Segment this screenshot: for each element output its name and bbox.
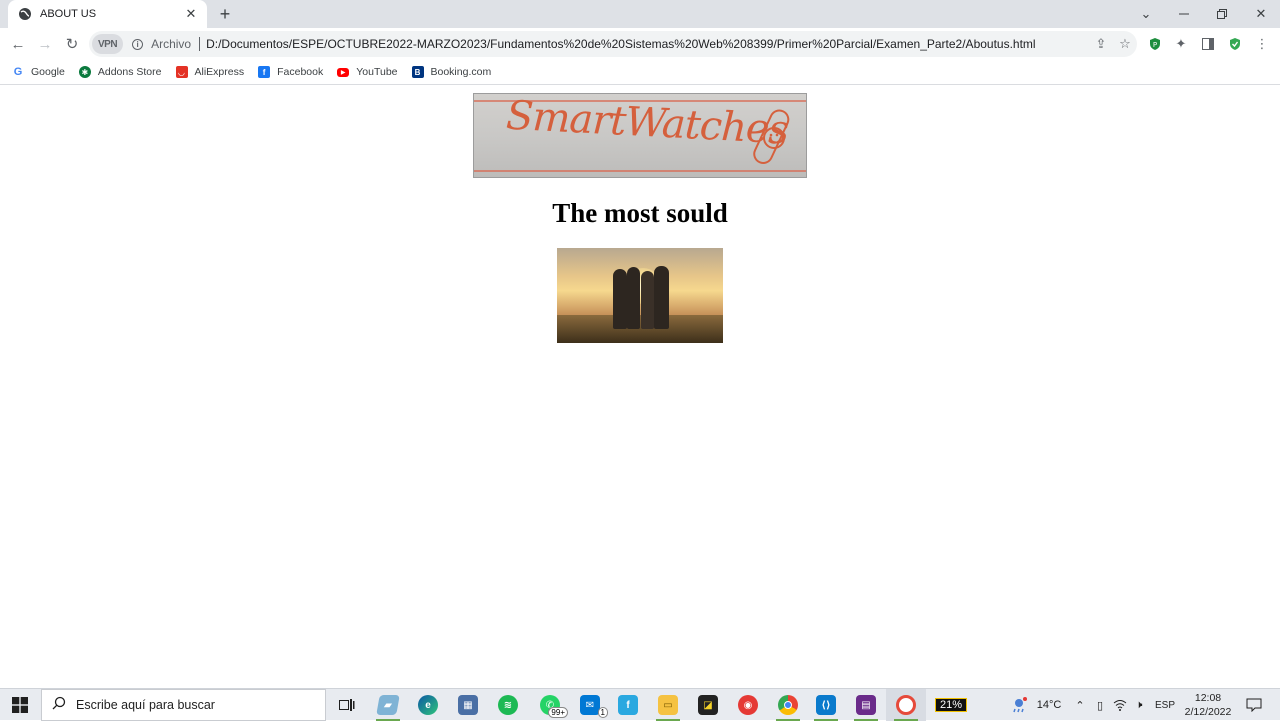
- app-icon[interactable]: ▰: [368, 689, 408, 721]
- browser-toolbar: ← → ↻ VPN i Archivo D:/Documentos/ESPE/O…: [0, 28, 1280, 60]
- bookmark-label: Addons Store: [97, 66, 162, 78]
- vscode-icon[interactable]: ⟨⟩: [806, 689, 846, 721]
- minimize-button[interactable]: [1165, 0, 1203, 28]
- clock-time: 12:08: [1194, 692, 1222, 704]
- bookmark-addons-store[interactable]: ✱ Addons Store: [78, 66, 162, 78]
- file-scheme-label: Archivo: [151, 37, 192, 51]
- aliexpress-icon: ◡: [175, 66, 188, 78]
- clock[interactable]: 12:08 2/12/2022: [1180, 691, 1236, 719]
- svg-text:P: P: [1153, 41, 1157, 49]
- volume-muted-icon[interactable]: 🕨: [1130, 689, 1148, 721]
- booking-icon: B: [411, 66, 424, 78]
- address-bar[interactable]: VPN i Archivo D:/Documentos/ESPE/OCTUBRE…: [89, 31, 1137, 57]
- bookmark-label: Booking.com: [430, 66, 492, 78]
- omnibox-divider: [199, 37, 201, 51]
- hill: [557, 315, 723, 343]
- bookmarks-bar: G Google ✱ Addons Store ◡ AliExpress f F…: [0, 60, 1280, 85]
- search-icon: [52, 696, 66, 715]
- bookmark-youtube[interactable]: ▶ YouTube: [337, 66, 398, 78]
- battery-text: 21%: [934, 698, 968, 712]
- bookmark-label: YouTube: [356, 66, 398, 78]
- banner-line: [474, 170, 806, 172]
- search-placeholder: Escribe aquí para buscar: [76, 698, 215, 712]
- chrome-active-icon[interactable]: [886, 689, 926, 721]
- task-view-icon[interactable]: [327, 689, 367, 721]
- tab-search-icon[interactable]: ⌄: [1127, 0, 1165, 28]
- close-tab-icon[interactable]: ✕: [183, 6, 199, 22]
- taskbar-search-input[interactable]: Escribe aquí para buscar: [41, 689, 326, 721]
- tab-title: ABOUT US: [40, 8, 97, 20]
- notifications-icon[interactable]: [1242, 689, 1266, 721]
- mail-icon[interactable]: ✉ 1: [570, 689, 610, 721]
- bookmark-booking[interactable]: B Booking.com: [411, 66, 492, 78]
- bookmark-aliexpress[interactable]: ◡ AliExpress: [175, 66, 245, 78]
- page-heading: The most sould: [552, 198, 728, 228]
- share-icon[interactable]: ⇪: [1089, 32, 1113, 56]
- bookmark-label: Google: [31, 66, 65, 78]
- extension-shield-icon[interactable]: P: [1145, 34, 1165, 54]
- person-silhouette: [641, 271, 654, 329]
- language-indicator[interactable]: ESP: [1152, 689, 1178, 721]
- bookmark-google[interactable]: G Google: [12, 66, 65, 78]
- reload-icon[interactable]: ↻: [60, 32, 84, 56]
- bookmark-label: AliExpress: [194, 66, 245, 78]
- wifi-icon[interactable]: [1111, 689, 1129, 721]
- new-tab-button[interactable]: +: [215, 4, 235, 24]
- bookmark-star-icon[interactable]: ☆: [1113, 32, 1137, 56]
- temperature-text: 14°C: [1036, 699, 1062, 711]
- network-app-icon[interactable]: ▦: [448, 689, 488, 721]
- security-extension-icon[interactable]: [1225, 34, 1245, 54]
- extensions-puzzle-icon[interactable]: ✦: [1171, 34, 1191, 54]
- google-icon: G: [13, 66, 23, 78]
- globe-icon: [18, 7, 32, 21]
- winrar-icon[interactable]: ▤: [846, 689, 886, 721]
- smartwatches-banner-image: SmartWatches: [473, 93, 807, 178]
- restore-button[interactable]: [1203, 0, 1241, 28]
- person-silhouette: [627, 267, 640, 329]
- close-window-button[interactable]: ✕: [1242, 0, 1280, 28]
- menu-kebab-icon[interactable]: ⋮: [1252, 34, 1272, 54]
- vpn-badge[interactable]: VPN: [92, 34, 124, 54]
- chrome-icon[interactable]: [768, 689, 808, 721]
- page-viewport: SmartWatches The most sould: [0, 86, 1280, 688]
- battery-indicator[interactable]: 21%: [930, 689, 972, 721]
- frame-app-icon[interactable]: f: [608, 689, 648, 721]
- facebook-icon: f: [258, 66, 271, 78]
- person-silhouette: [613, 269, 627, 329]
- watch-smiley-drawing: [753, 109, 790, 164]
- url-text[interactable]: D:/Documentos/ESPE/OCTUBRE2022-MARZO2023…: [206, 37, 1089, 51]
- tab-about-us[interactable]: ABOUT US ✕: [8, 0, 207, 28]
- youtube-icon: ▶: [337, 67, 350, 77]
- back-icon[interactable]: ←: [6, 32, 30, 56]
- mail-badge: 1: [597, 707, 608, 718]
- sticky-notes-icon[interactable]: ◪: [688, 689, 728, 721]
- edge-icon[interactable]: e: [408, 689, 448, 721]
- red-app-icon[interactable]: ◉: [728, 689, 768, 721]
- windows-start-icon[interactable]: [0, 689, 40, 721]
- clock-date: 2/12/2022: [1184, 706, 1232, 718]
- tab-strip: ABOUT US ✕ + ⌄ ✕: [0, 0, 1280, 28]
- spotify-icon[interactable]: ≋: [488, 689, 528, 721]
- info-icon[interactable]: i: [132, 38, 144, 50]
- chevron-up-icon[interactable]: ⌃: [1071, 689, 1089, 721]
- side-panel-icon[interactable]: [1198, 34, 1218, 54]
- forward-icon[interactable]: →: [33, 32, 57, 56]
- weather-icon[interactable]: [1008, 689, 1030, 721]
- person-silhouette: [654, 266, 669, 329]
- friends-sunset-photo: [557, 248, 723, 343]
- addons-store-icon: ✱: [78, 66, 91, 78]
- whatsapp-icon[interactable]: ✆ 99+: [530, 689, 570, 721]
- usb-device-icon[interactable]: ▯: [1092, 689, 1108, 721]
- windows-taskbar: Escribe aquí para buscar ▰ e ▦ ≋ ✆ 99+ ✉…: [0, 688, 1280, 721]
- banner-text: SmartWatches: [504, 93, 790, 154]
- bookmark-label: Facebook: [277, 66, 324, 78]
- whatsapp-badge: 99+: [548, 707, 568, 718]
- bookmark-facebook[interactable]: f Facebook: [258, 66, 323, 78]
- file-explorer-icon[interactable]: ▭: [648, 689, 688, 721]
